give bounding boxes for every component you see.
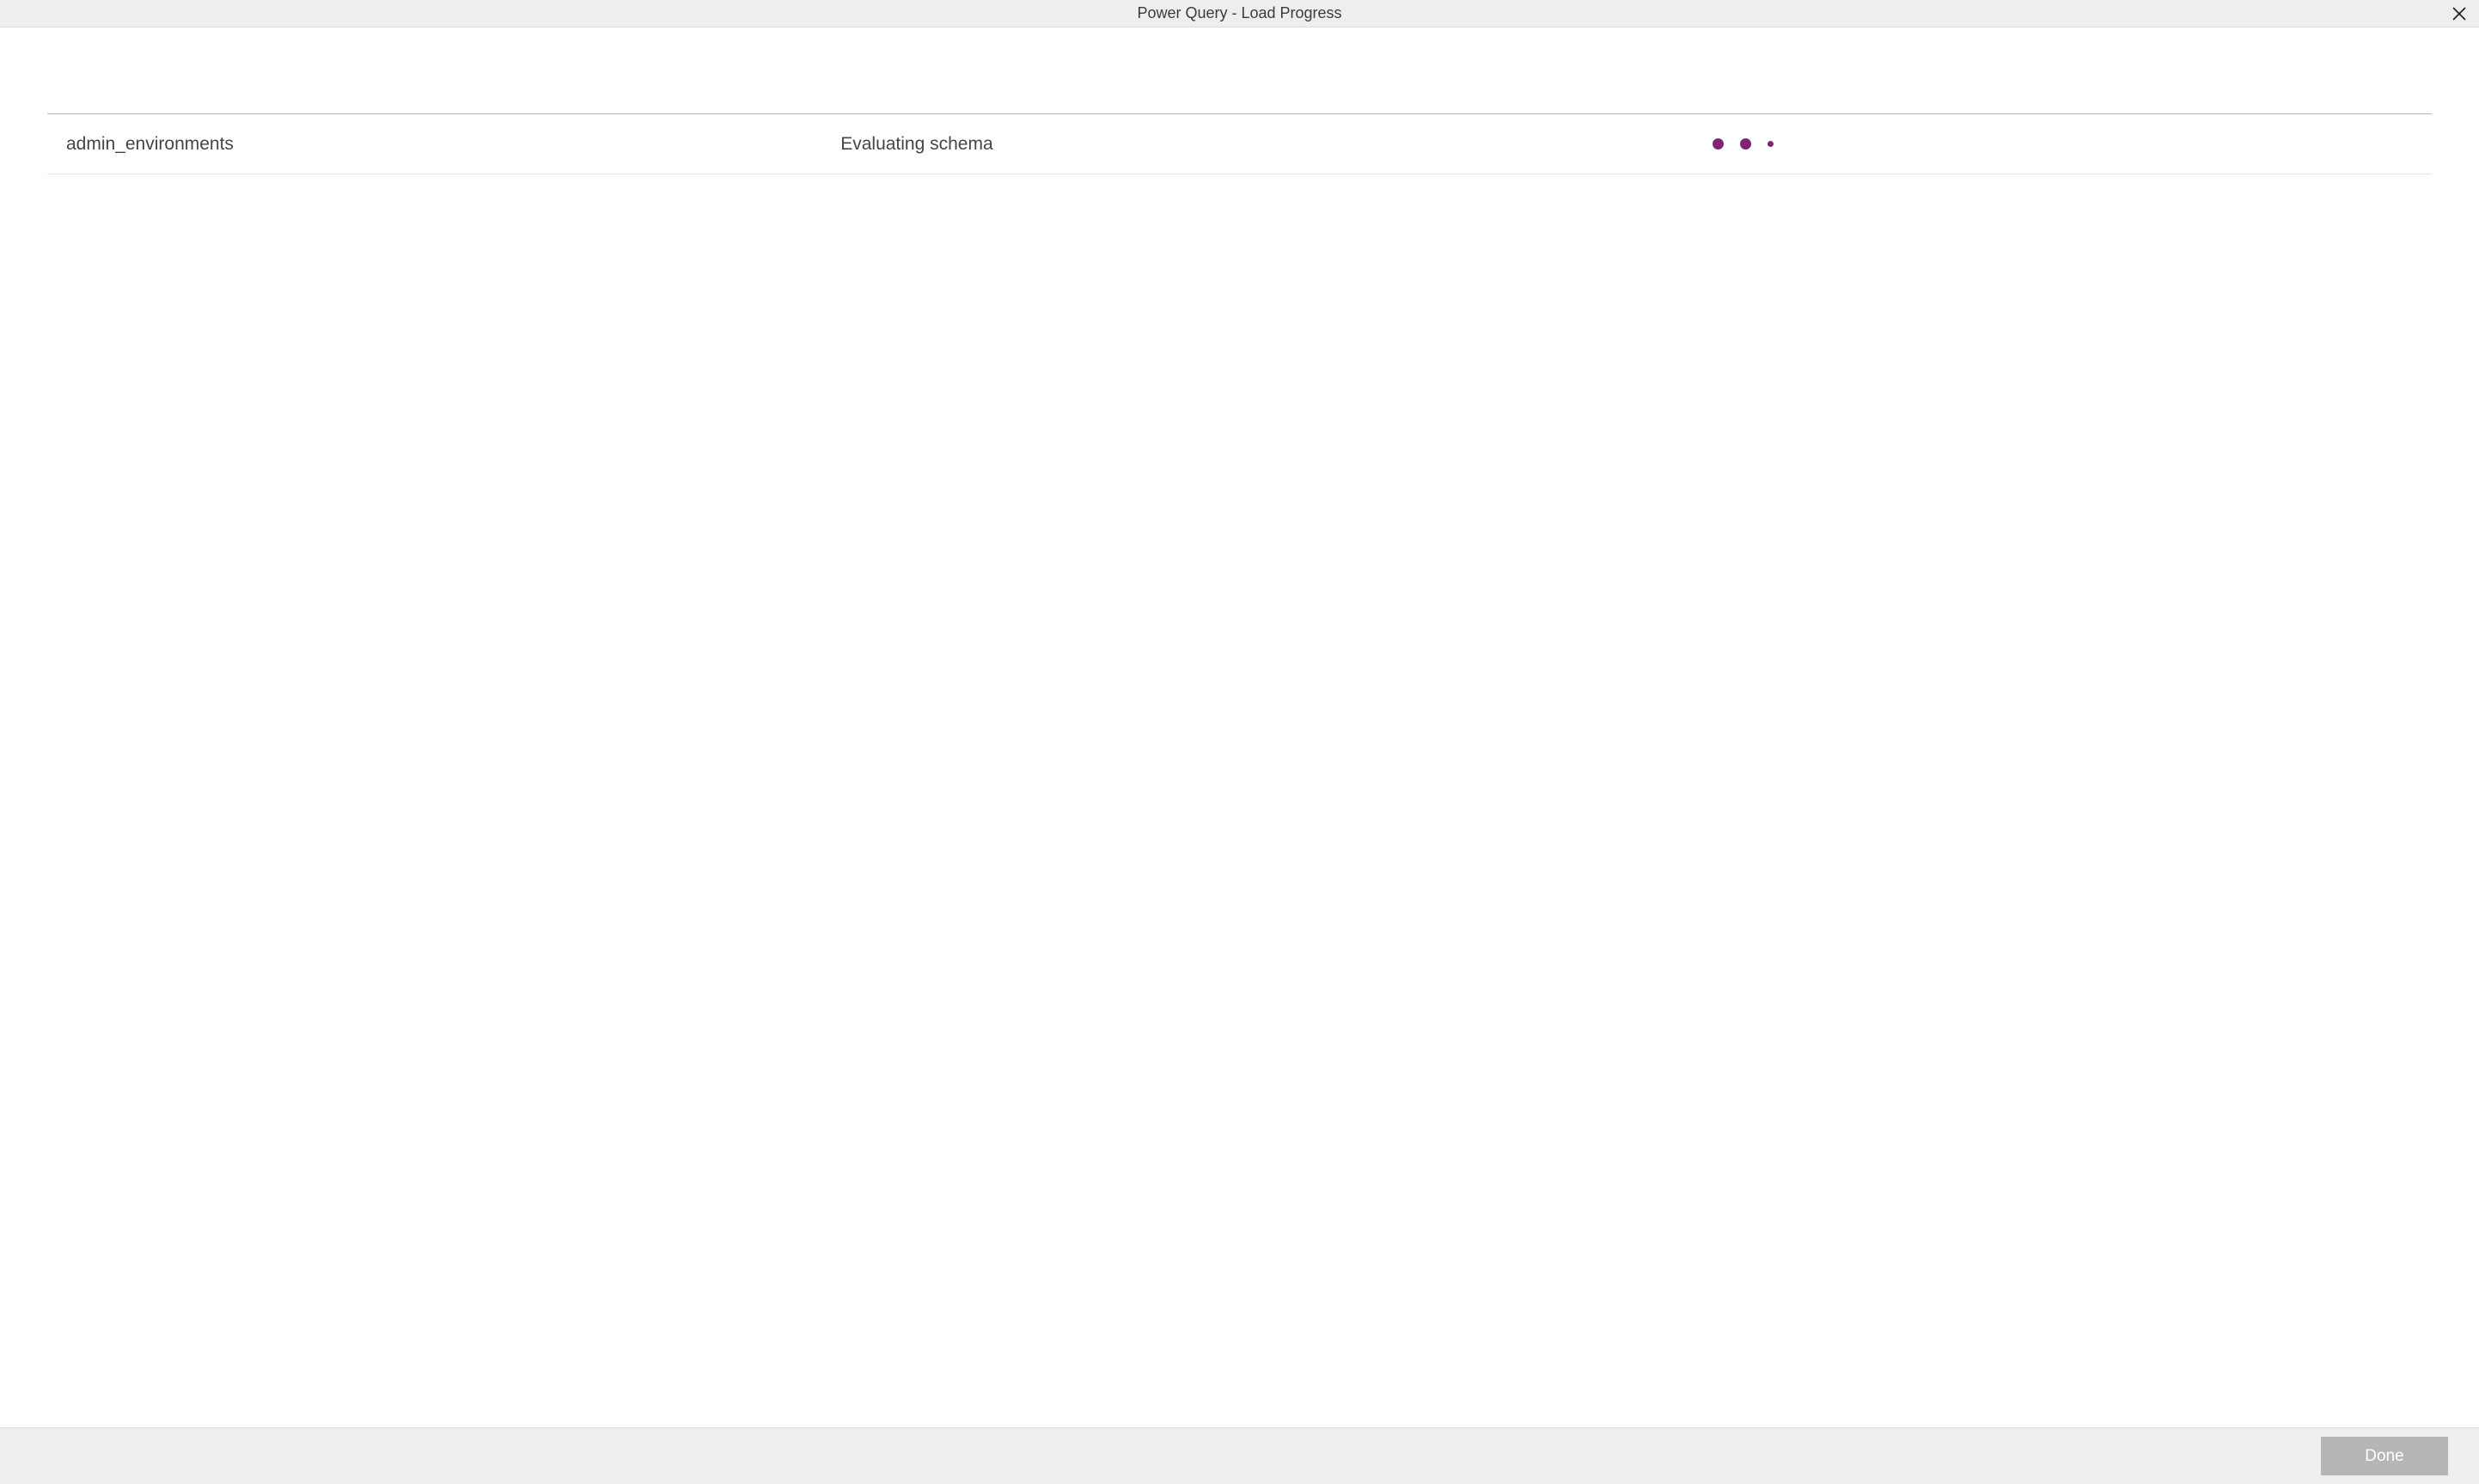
window-title: Power Query - Load Progress bbox=[1137, 4, 1341, 22]
table-row: admin_environments Evaluating schema bbox=[47, 114, 2432, 174]
loading-dot-icon bbox=[1713, 138, 1724, 150]
loading-dot-icon bbox=[1768, 141, 1774, 147]
query-status: Evaluating schema bbox=[840, 134, 1708, 155]
loading-indicator bbox=[1709, 138, 2413, 150]
done-button[interactable]: Done bbox=[2321, 1437, 2448, 1475]
loading-dot-icon bbox=[1740, 138, 1751, 150]
close-button[interactable] bbox=[2439, 0, 2479, 27]
query-name: admin_environments bbox=[66, 134, 840, 155]
progress-table: admin_environments Evaluating schema bbox=[47, 113, 2432, 174]
titlebar: Power Query - Load Progress bbox=[0, 0, 2479, 27]
content-area: admin_environments Evaluating schema bbox=[0, 27, 2479, 1427]
close-icon bbox=[2452, 7, 2466, 21]
footer: Done bbox=[0, 1427, 2479, 1484]
